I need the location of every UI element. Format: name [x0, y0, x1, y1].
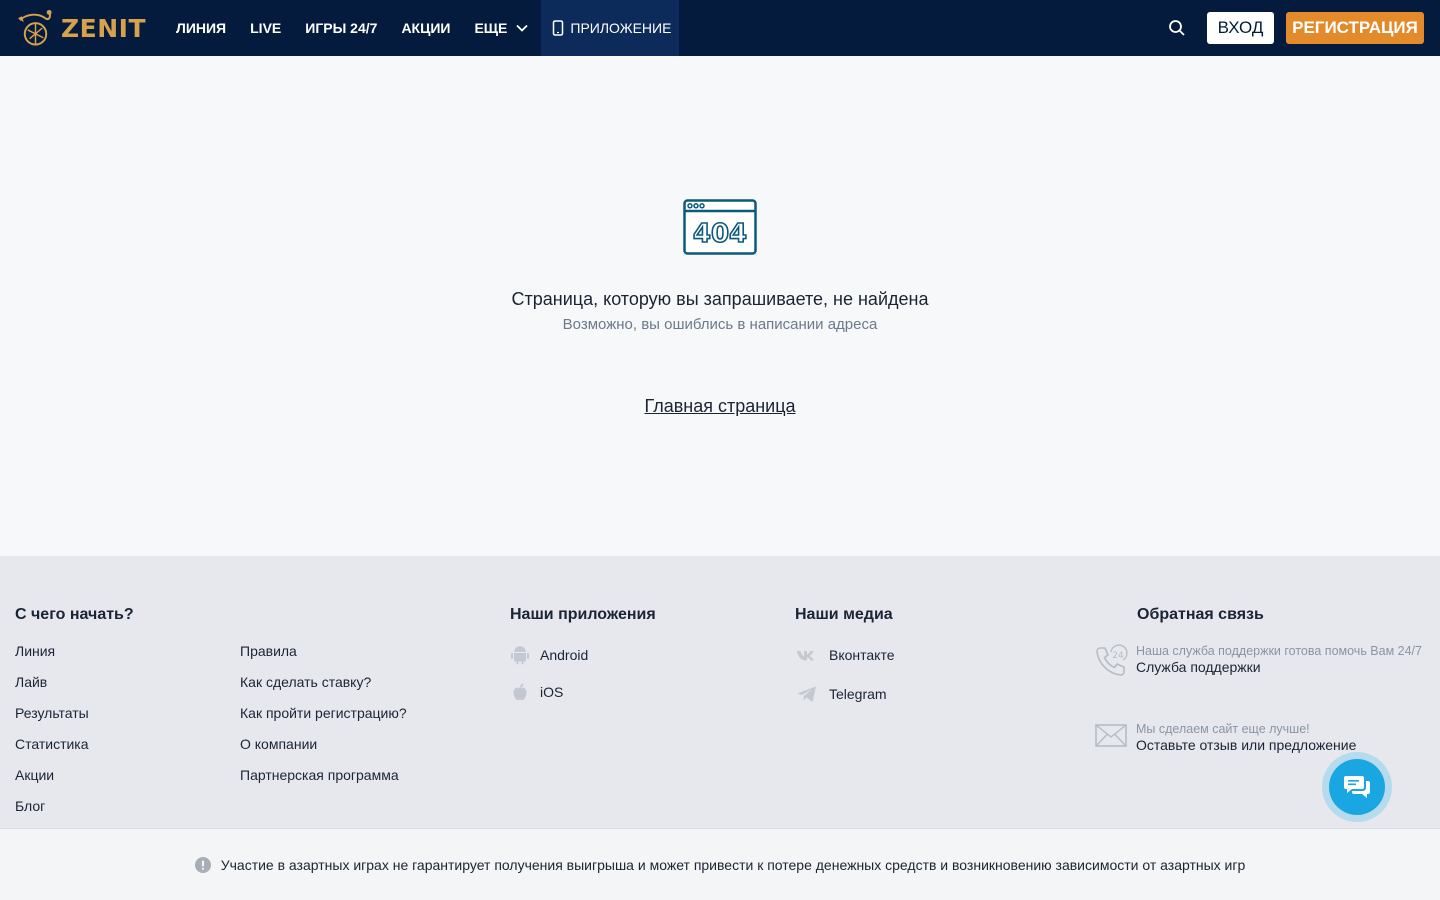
apple-icon	[513, 683, 527, 701]
nav-promos[interactable]: АКЦИИ	[389, 0, 462, 56]
footer-support[interactable]: 24 Наша служба поддержки готова помочь В…	[1094, 644, 1424, 678]
footer-link-rules[interactable]: Правила	[240, 643, 297, 659]
nav-app-label: ПРИЛОЖЕНИЕ	[570, 20, 672, 36]
info-warning-icon	[194, 856, 211, 873]
nav-line[interactable]: ЛИНИЯ	[164, 0, 238, 56]
footer-media-telegram[interactable]: Telegram	[795, 684, 887, 704]
footer-apps-title: Наши приложения	[510, 606, 656, 623]
footer-link-stats[interactable]: Статистика	[15, 736, 89, 752]
footer-link-about[interactable]: О компании	[240, 736, 317, 752]
footer-link-live[interactable]: Лайв	[15, 674, 47, 690]
register-button[interactable]: РЕГИСТРАЦИЯ	[1286, 12, 1424, 44]
footer-media-title: Наши медиа	[795, 606, 893, 623]
support-note: Наша служба поддержки готова помочь Вам …	[1136, 644, 1422, 658]
telegram-icon	[797, 686, 816, 702]
home-link-wrap: Главная страница	[0, 396, 1440, 417]
footer-link-results[interactable]: Результаты	[15, 705, 89, 721]
search-icon	[1169, 20, 1185, 36]
footer-link-promos[interactable]: Акции	[15, 767, 54, 783]
footer-media-telegram-label: Telegram	[829, 686, 887, 702]
home-link[interactable]: Главная страница	[644, 396, 795, 416]
chat-button-inner	[1329, 759, 1385, 815]
nav-games-label: ИГРЫ 24/7	[305, 20, 378, 36]
envelope-icon	[1095, 724, 1127, 747]
footer-link-partners[interactable]: Партнерская программа	[240, 767, 399, 783]
footer-start-title: С чего начать?	[15, 606, 134, 623]
footer-app-ios[interactable]: iOS	[510, 682, 563, 702]
review-note: Мы сделаем сайт еще лучше!	[1136, 722, 1310, 736]
chevron-down-icon	[516, 24, 529, 32]
disclaimer-text: Участие в азартных играх не гарантирует …	[220, 856, 1246, 873]
header-actions: ВХОД РЕГИСТРАЦИЯ	[1165, 0, 1440, 56]
main-nav: ЛИНИЯ LIVE ИГРЫ 24/7 АКЦИИ ЕЩЕ ПРИЛОЖЕНИ…	[164, 0, 680, 56]
nav-games[interactable]: ИГРЫ 24/7	[293, 0, 389, 56]
chat-icon	[1344, 776, 1370, 798]
footer-app-android-label: Android	[540, 647, 589, 663]
phone-icon	[553, 20, 564, 36]
zenit-logo-icon	[17, 9, 52, 46]
brand-name: ZENIT	[61, 13, 146, 43]
search-button[interactable]	[1165, 16, 1189, 40]
nav-live-label: LIVE	[250, 20, 282, 36]
nav-more[interactable]: ЕЩЕ	[462, 0, 541, 56]
footer-link-how-to-bet[interactable]: Как сделать ставку?	[240, 674, 371, 690]
brand-logo[interactable]: ZENIT	[16, 0, 146, 56]
page-not-found-icon: 404	[683, 199, 757, 255]
error-section: 404 Страница, которую вы запрашиваете, н…	[0, 56, 1440, 556]
nav-more-label: ЕЩЕ	[474, 20, 508, 36]
support-label: Служба поддержки	[1136, 659, 1261, 675]
nav-promos-label: АКЦИИ	[401, 20, 451, 36]
error-subtitle: Возможно, вы ошиблись в написании адреса	[562, 316, 878, 333]
footer-review[interactable]: Мы сделаем сайт еще лучше! Оставьте отзы…	[1094, 722, 1424, 754]
error-code: 404	[693, 219, 747, 249]
login-button[interactable]: ВХОД	[1207, 12, 1274, 44]
nav-app[interactable]: ПРИЛОЖЕНИЕ	[541, 0, 680, 56]
nav-line-label: ЛИНИЯ	[176, 20, 227, 36]
footer-review-text: Мы сделаем сайт еще лучше! Оставьте отзы…	[1136, 722, 1356, 754]
gambling-disclaimer: Участие в азартных играх не гарантирует …	[0, 828, 1440, 900]
footer-media-vk-label: Вконтакте	[829, 647, 895, 663]
error-title: Страница, которую вы запрашиваете, не на…	[511, 289, 929, 309]
footer-link-blog[interactable]: Блог	[15, 798, 45, 814]
review-label: Оставьте отзыв или предложение	[1136, 737, 1357, 753]
footer-link-line[interactable]: Линия	[15, 643, 55, 659]
footer-app-ios-label: iOS	[540, 684, 564, 700]
footer-media-vk[interactable]: Вконтакте	[795, 645, 895, 665]
vk-icon	[797, 651, 814, 661]
footer-support-text: Наша служба поддержки готова помочь Вам …	[1136, 644, 1422, 676]
nav-live[interactable]: LIVE	[238, 0, 293, 56]
site-footer: С чего начать? Линия Лайв Результаты Ста…	[0, 556, 1440, 828]
footer-feedback-title: Обратная связь	[1137, 606, 1264, 623]
chat-button[interactable]	[1322, 752, 1392, 822]
android-icon	[511, 646, 529, 665]
footer-link-how-to-register[interactable]: Как пройти регистрацию?	[240, 705, 407, 721]
top-header: ZENIT ЛИНИЯ LIVE ИГРЫ 24/7 АКЦИИ ЕЩЕ ПРИ…	[0, 0, 1440, 56]
svg-text:24: 24	[1112, 651, 1124, 661]
support-phone-icon: 24	[1096, 644, 1128, 676]
footer-app-android[interactable]: Android	[510, 645, 588, 665]
